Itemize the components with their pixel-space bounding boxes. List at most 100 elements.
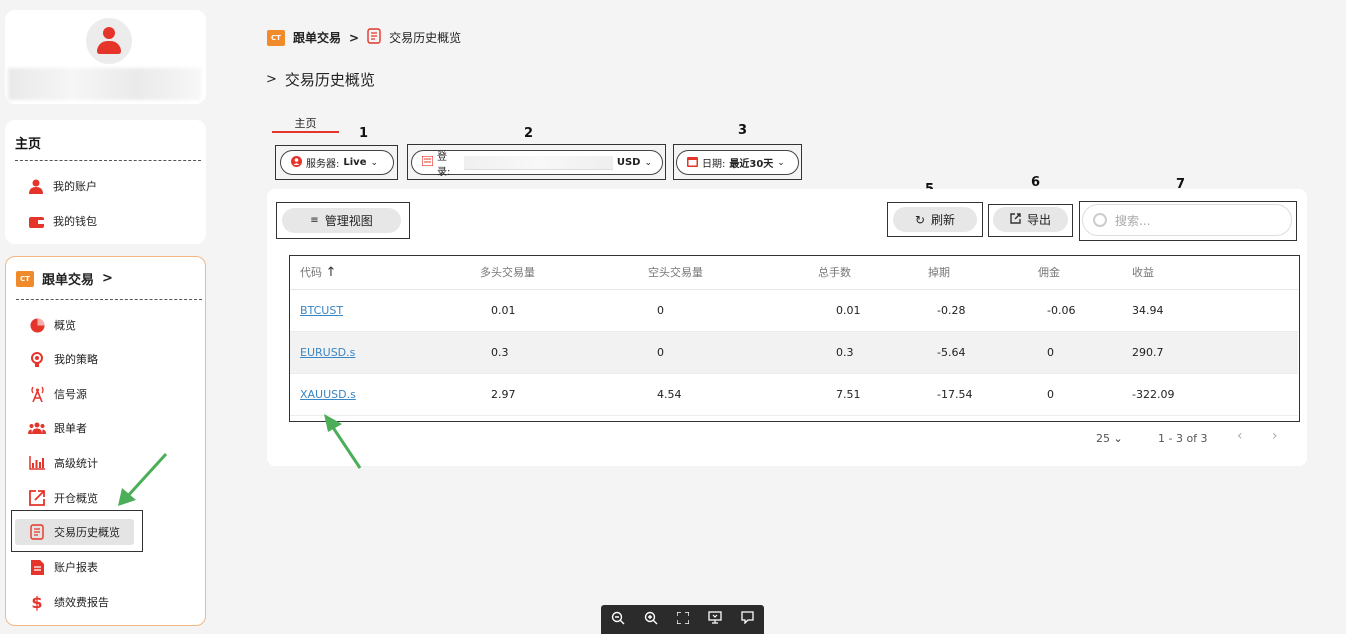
export-icon	[1010, 212, 1021, 227]
chevron-down-icon: ⌄	[370, 157, 379, 168]
total-lots-cell: 0.01	[808, 289, 918, 332]
home-section: 主页 我的账户 我的钱包	[5, 120, 206, 244]
column-header-commission[interactable]: 佣金	[1028, 256, 1122, 290]
profit-cell: -322.09	[1122, 373, 1298, 416]
sidebar-item-signal-source[interactable]: 信号源	[12, 381, 202, 407]
annotation-arrow-icon	[324, 414, 362, 469]
report-icon	[24, 554, 50, 580]
sidebar-item-my-wallet[interactable]: 我的钱包	[11, 208, 201, 234]
symbol-link[interactable]: BTCUST	[290, 289, 470, 332]
annotation-number: 6	[1031, 175, 1041, 190]
export-button[interactable]: 导出	[993, 207, 1068, 232]
profit-cell: 34.94	[1122, 289, 1298, 332]
sliders-icon: ≡	[310, 215, 319, 226]
table-row: XAUUSD.s 2.97 4.54 7.51 -17.54 0 -322.09	[290, 373, 1298, 416]
sidebar-item-overview[interactable]: 概览	[12, 312, 202, 338]
annotation-number: 2	[524, 126, 534, 141]
chevron-down-icon: ⌄	[644, 157, 652, 168]
copy-trading-title[interactable]: CT 跟单交易 >	[16, 269, 113, 288]
server-icon	[291, 155, 302, 170]
avatar[interactable]	[86, 18, 132, 64]
comment-icon[interactable]	[741, 611, 754, 628]
copy-trading-section: CT 跟单交易 > 概览 我的策略 信号源 跟单者 高级统计 开仓概览 交易历史…	[5, 256, 206, 626]
long-volume-cell: 0.01	[470, 289, 638, 332]
sidebar-item-account-report[interactable]: 账户报表	[12, 554, 202, 580]
swap-cell: -17.54	[918, 373, 1028, 416]
table-header: 代码 ↑ 多头交易量 空头交易量 总手数 掉期 佣金 收益	[290, 256, 1298, 290]
fullscreen-icon[interactable]	[676, 610, 690, 628]
chevron-down-icon: ⌄	[777, 157, 785, 168]
sidebar-item-label: 我的钱包	[53, 215, 97, 228]
next-page-button[interactable]: ›	[1272, 428, 1278, 444]
annotation-number: 1	[359, 126, 369, 141]
date-select[interactable]: 日期: 最近30天 ⌄	[676, 150, 799, 175]
profile-card	[5, 10, 206, 104]
zoom-out-icon[interactable]	[611, 611, 625, 629]
search-input[interactable]: 搜索...	[1082, 204, 1292, 236]
breadcrumb: CT 跟单交易 > 交易历史概览	[267, 28, 461, 47]
tab-underline	[272, 131, 339, 133]
profit-cell: 290.7	[1122, 331, 1298, 374]
long-volume-cell: 0.3	[470, 331, 638, 374]
table-row: EURUSD.s 0.3 0 0.3 -5.64 0 290.7	[290, 331, 1298, 374]
divider	[15, 160, 201, 161]
breadcrumb-root[interactable]: 跟单交易	[293, 29, 341, 46]
ct-logo-icon: CT	[16, 270, 34, 287]
annotation-arrow-icon	[118, 452, 168, 506]
symbol-link[interactable]: XAUUSD.s	[290, 373, 470, 416]
column-header-symbol[interactable]: 代码 ↑	[290, 256, 470, 290]
commission-cell: 0	[1028, 373, 1122, 416]
sidebar-item-performance-fee[interactable]: $ 绩效费报告	[12, 589, 202, 615]
swap-cell: -5.64	[918, 331, 1028, 374]
refresh-button[interactable]: ↻ 刷新	[893, 207, 977, 232]
external-link-icon	[24, 485, 50, 511]
present-icon[interactable]	[708, 611, 722, 628]
total-lots-cell: 7.51	[808, 373, 918, 416]
blurred-username	[8, 68, 201, 100]
column-header-swap[interactable]: 掉期	[918, 256, 1028, 290]
calendar-icon	[687, 156, 698, 170]
manage-view-button[interactable]: ≡ 管理视图	[282, 208, 401, 233]
viewer-toolbar	[601, 605, 764, 634]
column-header-profit[interactable]: 收益	[1122, 256, 1298, 290]
sidebar-item-label: 我的账户	[53, 180, 97, 193]
column-header-total-lots[interactable]: 总手数	[808, 256, 918, 290]
sort-arrow-icon: ↑	[325, 265, 337, 281]
home-section-title: 主页	[15, 137, 42, 152]
trade-history-table: 代码 ↑ 多头交易量 空头交易量 总手数 掉期 佣金 收益 BTCUST 0.0…	[290, 256, 1298, 416]
commission-cell: 0	[1028, 331, 1122, 374]
history-icon	[367, 28, 381, 47]
server-select[interactable]: 服务器: Live ⌄	[280, 150, 394, 175]
search-icon	[1093, 213, 1107, 227]
tab-home[interactable]: 主页	[272, 115, 339, 131]
login-select[interactable]: 登录: USD ⌄	[411, 150, 663, 178]
chevron-down-icon: ⌄	[1113, 432, 1123, 445]
dollar-icon: $	[31, 592, 43, 612]
annotation-number: 3	[738, 123, 748, 138]
chevron-right-icon: >	[349, 30, 360, 45]
strategy-icon	[24, 346, 50, 372]
sidebar-item-my-account[interactable]: 我的账户	[11, 173, 201, 199]
sidebar-item-my-strategy[interactable]: 我的策略	[12, 346, 202, 372]
column-header-short-volume[interactable]: 空头交易量	[638, 256, 808, 290]
column-header-long-volume[interactable]: 多头交易量	[470, 256, 638, 290]
long-volume-cell: 2.97	[470, 373, 638, 416]
ct-logo-icon: CT	[267, 29, 285, 46]
short-volume-cell: 4.54	[638, 373, 808, 416]
table-row: BTCUST 0.01 0 0.01 -0.28 -0.06 34.94	[290, 289, 1298, 332]
chevron-right-icon: >	[266, 72, 277, 87]
wallet-icon	[23, 208, 49, 234]
pie-chart-icon	[24, 312, 50, 338]
breadcrumb-current: 交易历史概览	[389, 31, 462, 45]
previous-page-button[interactable]: ‹	[1237, 428, 1243, 444]
short-volume-cell: 0	[638, 289, 808, 332]
chevron-right-icon: >	[102, 271, 113, 286]
short-volume-cell: 0	[638, 331, 808, 374]
pager-range: 1 - 3 of 3	[1158, 432, 1208, 445]
annotation-highlight-box	[11, 510, 143, 552]
page-size-select[interactable]: 25 ⌄	[1096, 432, 1123, 445]
commission-cell: -0.06	[1028, 289, 1122, 332]
sidebar-item-followers[interactable]: 跟单者	[12, 415, 202, 441]
zoom-in-icon[interactable]	[644, 611, 658, 629]
symbol-link[interactable]: EURUSD.s	[290, 331, 470, 374]
